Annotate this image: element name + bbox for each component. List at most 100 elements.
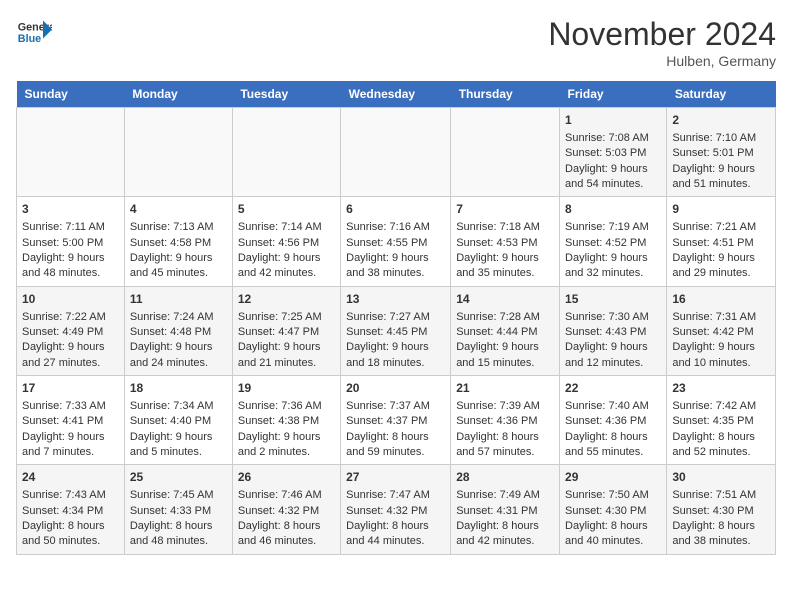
day-info: Sunset: 4:45 PM [346,325,445,340]
title-area: November 2024 Hulben, Germany [548,16,776,69]
calendar-cell [341,108,451,197]
day-info: Daylight: 9 hours and 42 minutes. [238,251,335,282]
calendar-cell [451,108,560,197]
day-info: Sunrise: 7:13 AM [130,220,227,235]
day-info: Daylight: 8 hours and 48 minutes. [130,519,227,550]
day-info: Sunrise: 7:49 AM [456,488,554,503]
day-info: Daylight: 9 hours and 48 minutes. [22,251,119,282]
day-number: 5 [238,201,335,218]
day-info: Sunrise: 7:37 AM [346,399,445,414]
day-info: Sunrise: 7:11 AM [22,220,119,235]
day-number: 7 [456,201,554,218]
day-info: Sunset: 4:31 PM [456,504,554,519]
day-info: Sunset: 4:47 PM [238,325,335,340]
day-info: Sunset: 4:30 PM [565,504,661,519]
day-info: Sunrise: 7:10 AM [672,131,770,146]
day-info: Sunrise: 7:40 AM [565,399,661,414]
day-info: Sunrise: 7:45 AM [130,488,227,503]
day-info: Sunrise: 7:14 AM [238,220,335,235]
day-info: Daylight: 9 hours and 18 minutes. [346,340,445,371]
day-info: Daylight: 9 hours and 45 minutes. [130,251,227,282]
day-info: Sunset: 4:58 PM [130,236,227,251]
day-number: 19 [238,380,335,397]
day-number: 11 [130,291,227,308]
day-info: Daylight: 9 hours and 51 minutes. [672,162,770,193]
calendar-cell: 5 Sunrise: 7:14 AMSunset: 4:56 PMDaylight… [232,197,340,286]
day-number: 18 [130,380,227,397]
day-number: 13 [346,291,445,308]
day-info: Sunset: 4:48 PM [130,325,227,340]
day-header-tuesday: Tuesday [232,81,340,108]
day-info: Daylight: 9 hours and 5 minutes. [130,430,227,461]
day-info: Daylight: 8 hours and 52 minutes. [672,430,770,461]
day-info: Sunrise: 7:25 AM [238,310,335,325]
day-number: 4 [130,201,227,218]
day-info: Daylight: 8 hours and 46 minutes. [238,519,335,550]
day-info: Daylight: 9 hours and 38 minutes. [346,251,445,282]
day-header-friday: Friday [560,81,667,108]
page-header: General Blue November 2024 Hulben, Germa… [16,16,776,69]
day-info: Daylight: 9 hours and 24 minutes. [130,340,227,371]
day-info: Sunset: 5:03 PM [565,146,661,161]
calendar-cell: 13 Sunrise: 7:27 AMSunset: 4:45 PMDayligh… [341,286,451,375]
day-info: Daylight: 9 hours and 32 minutes. [565,251,661,282]
day-info: Daylight: 8 hours and 38 minutes. [672,519,770,550]
day-info: Sunset: 4:44 PM [456,325,554,340]
day-info: Daylight: 9 hours and 15 minutes. [456,340,554,371]
calendar-cell: 11Sunrise: 7:24 AMSunset: 4:48 PMDayligh… [124,286,232,375]
calendar-cell: 6Sunrise: 7:16 AMSunset: 4:55 PMDaylight… [341,197,451,286]
day-info: Sunrise: 7:36 AM [238,399,335,414]
svg-text:Blue: Blue [18,33,41,45]
day-info: Sunset: 4:51 PM [672,236,770,251]
day-number: 25 [130,469,227,486]
day-info: Sunrise: 7:42 AM [672,399,770,414]
day-info: Sunrise: 7:51 AM [672,488,770,503]
day-info: Daylight: 9 hours and 10 minutes. [672,340,770,371]
calendar-cell: 24Sunrise: 7:43 AMSunset: 4:34 PMDayligh… [17,465,125,554]
day-info: Sunset: 4:52 PM [565,236,661,251]
day-info: Sunrise: 7:28 AM [456,310,554,325]
calendar-cell: 25Sunrise: 7:45 AMSunset: 4:33 PMDayligh… [124,465,232,554]
day-info: Daylight: 9 hours and 7 minutes. [22,430,119,461]
calendar-header-row: SundayMondayTuesdayWednesdayThursdayFrid… [17,81,776,108]
calendar-cell: 3Sunrise: 7:11 AMSunset: 5:00 PMDaylight… [17,197,125,286]
calendar-cell: 4 Sunrise: 7:13 AMSunset: 4:58 PMDaylight… [124,197,232,286]
day-info: Sunset: 4:36 PM [456,414,554,429]
day-info: Sunset: 4:41 PM [22,414,119,429]
day-info: Sunset: 4:38 PM [238,414,335,429]
day-number: 21 [456,380,554,397]
calendar-cell: 27Sunrise: 7:47 AMSunset: 4:32 PMDayligh… [341,465,451,554]
day-info: Sunrise: 7:08 AM [565,131,661,146]
day-info: Sunset: 4:56 PM [238,236,335,251]
day-info: Daylight: 9 hours and 2 minutes. [238,430,335,461]
day-number: 16 [672,291,770,308]
day-info: Sunset: 4:49 PM [22,325,119,340]
location: Hulben, Germany [548,53,776,69]
calendar-cell: 17Sunrise: 7:33 AMSunset: 4:41 PMDayligh… [17,376,125,465]
calendar-cell: 7Sunrise: 7:18 AMSunset: 4:53 PMDaylight… [451,197,560,286]
calendar-cell: 19 Sunrise: 7:36 AMSunset: 4:38 PMDayligh… [232,376,340,465]
day-info: Sunset: 4:34 PM [22,504,119,519]
day-info: Sunset: 4:32 PM [238,504,335,519]
calendar-cell: 10Sunrise: 7:22 AMSunset: 4:49 PMDayligh… [17,286,125,375]
calendar-cell: 14Sunrise: 7:28 AMSunset: 4:44 PMDayligh… [451,286,560,375]
calendar-cell: 9Sunrise: 7:21 AMSunset: 4:51 PMDaylight… [667,197,776,286]
calendar-cell: 29Sunrise: 7:50 AMSunset: 4:30 PMDayligh… [560,465,667,554]
calendar-cell: 15Sunrise: 7:30 AMSunset: 4:43 PMDayligh… [560,286,667,375]
calendar-cell [124,108,232,197]
week-row-3: 10Sunrise: 7:22 AMSunset: 4:49 PMDayligh… [17,286,776,375]
day-number: 9 [672,201,770,218]
calendar-cell: 20Sunrise: 7:37 AMSunset: 4:37 PMDayligh… [341,376,451,465]
day-number: 2 [672,112,770,129]
day-info: Sunrise: 7:27 AM [346,310,445,325]
day-number: 23 [672,380,770,397]
day-info: Sunset: 4:35 PM [672,414,770,429]
calendar-cell: 21Sunrise: 7:39 AMSunset: 4:36 PMDayligh… [451,376,560,465]
day-info: Daylight: 9 hours and 12 minutes. [565,340,661,371]
day-info: Sunrise: 7:31 AM [672,310,770,325]
day-info: Sunrise: 7:46 AM [238,488,335,503]
day-info: Sunrise: 7:39 AM [456,399,554,414]
day-number: 8 [565,201,661,218]
calendar-cell [17,108,125,197]
day-number: 26 [238,469,335,486]
